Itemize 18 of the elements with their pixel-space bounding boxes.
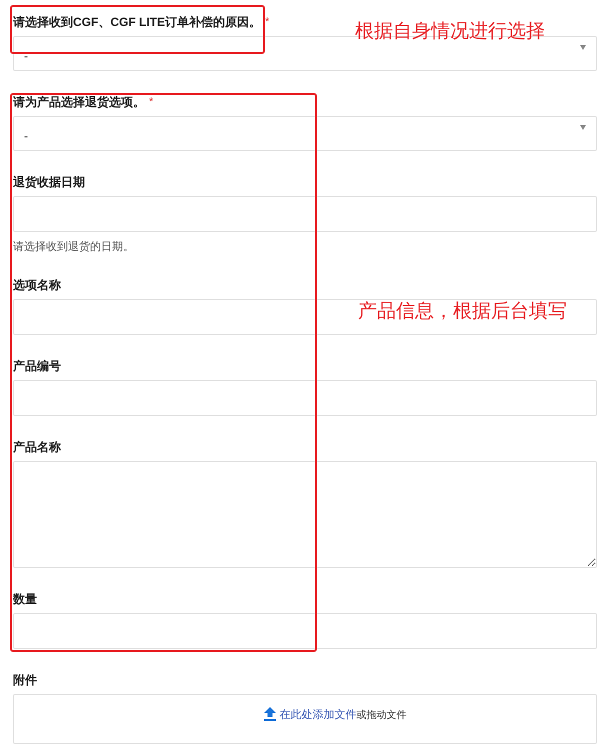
- add-file-link[interactable]: 在此处添加文件: [280, 709, 356, 721]
- required-mark: *: [265, 16, 270, 28]
- select-field[interactable]: -: [13, 116, 597, 151]
- field-label: 数量: [13, 593, 37, 605]
- required-mark: *: [149, 96, 154, 108]
- field-label: 产品编号: [13, 360, 61, 372]
- hint-text: 请选择收到退货的日期。: [13, 240, 135, 254]
- field-label: 退货收据日期: [13, 176, 85, 188]
- field-label: 产品名称: [13, 441, 61, 453]
- annotation-text: 产品信息，根据后台填写: [358, 300, 567, 324]
- upload-area[interactable]: 在此处添加文件或拖动文件: [13, 694, 597, 744]
- field-label: 请为产品选择退货选项。: [13, 96, 145, 108]
- field-label: 附件: [13, 674, 37, 686]
- select-value: -: [24, 50, 28, 62]
- drag-hint: 或拖动文件: [356, 710, 406, 721]
- field-label: 选项名称: [13, 279, 61, 291]
- select-value: -: [24, 130, 28, 142]
- field-label: 请选择收到CGF、CGF LITE订单补偿的原因。: [13, 16, 261, 28]
